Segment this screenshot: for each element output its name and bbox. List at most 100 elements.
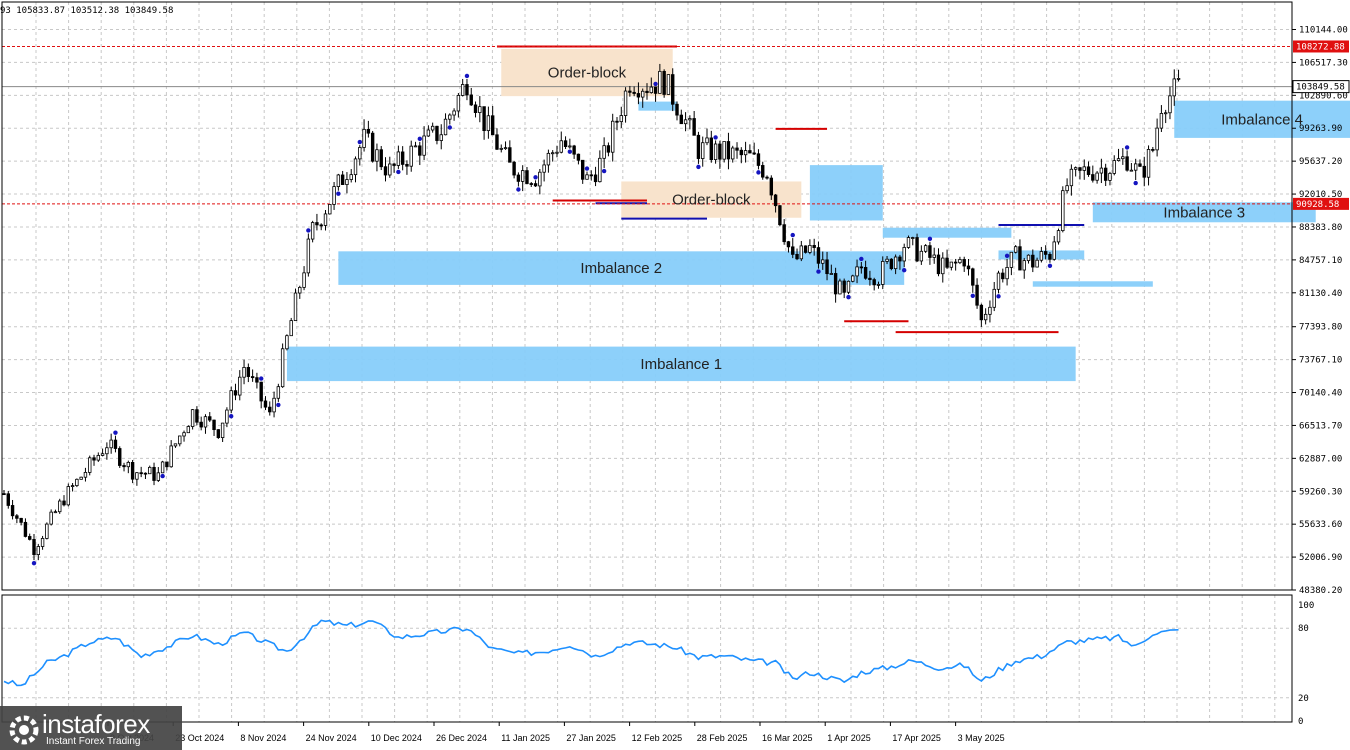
candle-body [962, 259, 966, 267]
candle-body [242, 367, 246, 378]
candle-body [718, 143, 722, 160]
candle-body [165, 461, 169, 468]
candle-body [872, 279, 876, 286]
candle-body [1005, 267, 1009, 280]
candle-body [795, 253, 799, 260]
candle-body [615, 120, 619, 123]
candle-body [842, 280, 846, 293]
candle-body [2, 493, 6, 496]
candle-body [490, 115, 495, 136]
candle-body [1172, 78, 1176, 97]
candle-body [1116, 158, 1121, 162]
candle-body [671, 74, 675, 105]
candle-body [452, 110, 456, 116]
candle-body [1142, 165, 1146, 178]
candle-body [641, 90, 645, 98]
candle-body [581, 159, 585, 180]
y-tick-label: 52006.90 [1299, 553, 1342, 563]
candle-body [375, 149, 379, 162]
candle-body [585, 174, 589, 180]
candle-body [1043, 251, 1048, 255]
candle-body [726, 141, 731, 160]
candle-body [1146, 149, 1151, 178]
candle-body [478, 106, 482, 113]
candle-body [345, 179, 349, 185]
candle-body [79, 476, 83, 480]
y-tick-label: 106517.30 [1299, 58, 1348, 68]
fractal-up-marker [533, 175, 538, 180]
candle-body [36, 546, 40, 555]
rsi-layer [3, 619, 1179, 687]
candle-body [683, 119, 688, 125]
candle-body [216, 429, 221, 438]
candle-body [923, 245, 928, 252]
candle-body [855, 266, 859, 277]
zone-label: Imbalance 4 [1221, 111, 1303, 128]
candle-body [143, 472, 148, 475]
candle-body [105, 447, 109, 455]
candle-body [731, 147, 735, 160]
candle-body [559, 140, 563, 153]
candle-body [49, 511, 53, 525]
candle-body [396, 151, 401, 166]
fractal-up-marker [584, 166, 590, 171]
imbalance-zone [809, 165, 883, 221]
candle-body [439, 134, 443, 141]
candle-body [1069, 168, 1074, 187]
candle-body [302, 272, 306, 288]
candle-body [1095, 172, 1099, 181]
fractal-up-marker [927, 236, 933, 242]
fractal-up-marker [259, 376, 264, 381]
candle-body [28, 536, 32, 540]
candle-body [293, 292, 298, 322]
candle-body [1091, 174, 1095, 181]
candle-body [739, 149, 744, 156]
y-tick-label: 59260.30 [1299, 487, 1342, 497]
candle-body [1129, 169, 1134, 172]
candle-body [405, 164, 409, 167]
candle-body [473, 104, 478, 113]
candle-body [555, 151, 559, 154]
candle-body [696, 134, 701, 159]
fractal-up-marker [790, 232, 795, 238]
candle-body [435, 125, 439, 141]
candle-body [366, 128, 371, 134]
candle-body [349, 174, 353, 180]
candle-body [130, 461, 135, 480]
candle-body [340, 174, 345, 185]
candle-body [495, 134, 499, 150]
candle-body [838, 280, 842, 295]
candle-body [996, 272, 1001, 290]
candle-body [979, 304, 984, 321]
x-tick-label: 26 Dec 2024 [436, 733, 487, 743]
candle-body [945, 257, 949, 268]
rsi-tick-label: 100 [1298, 601, 1314, 611]
candle-body [868, 277, 872, 281]
trading-chart[interactable]: Imbalance 1 Imbalance 2 Imbalance 3 Imbalan… [0, 0, 1350, 750]
candle-body [332, 186, 336, 205]
y-tick-label: 55633.60 [1299, 520, 1342, 530]
fractal-down-marker [396, 169, 401, 175]
candle-body [958, 259, 962, 264]
x-tick-label: 1 Apr 2025 [827, 733, 871, 743]
fractal-up-marker [713, 135, 718, 140]
candle-body [966, 265, 971, 270]
candle-body [1065, 185, 1069, 192]
fractal-up-marker [113, 430, 118, 435]
candle-body [272, 397, 276, 413]
candle-body [220, 422, 225, 438]
candle-body [392, 163, 396, 166]
candle-body [1026, 254, 1031, 262]
current-price-label: 103849.58 [1296, 83, 1345, 93]
y-tick-label: 77393.80 [1299, 323, 1342, 333]
candle-body [1009, 251, 1014, 268]
candle-body [812, 244, 816, 248]
x-tick-label: 28 Feb 2025 [697, 733, 748, 743]
candle-body [323, 213, 328, 226]
fractal-down-marker [228, 414, 234, 419]
candle-body [66, 486, 70, 506]
y-tick-label: 48380.20 [1299, 586, 1342, 596]
candle-body [19, 517, 23, 523]
candle-body [40, 538, 45, 547]
candle-body [156, 472, 161, 481]
